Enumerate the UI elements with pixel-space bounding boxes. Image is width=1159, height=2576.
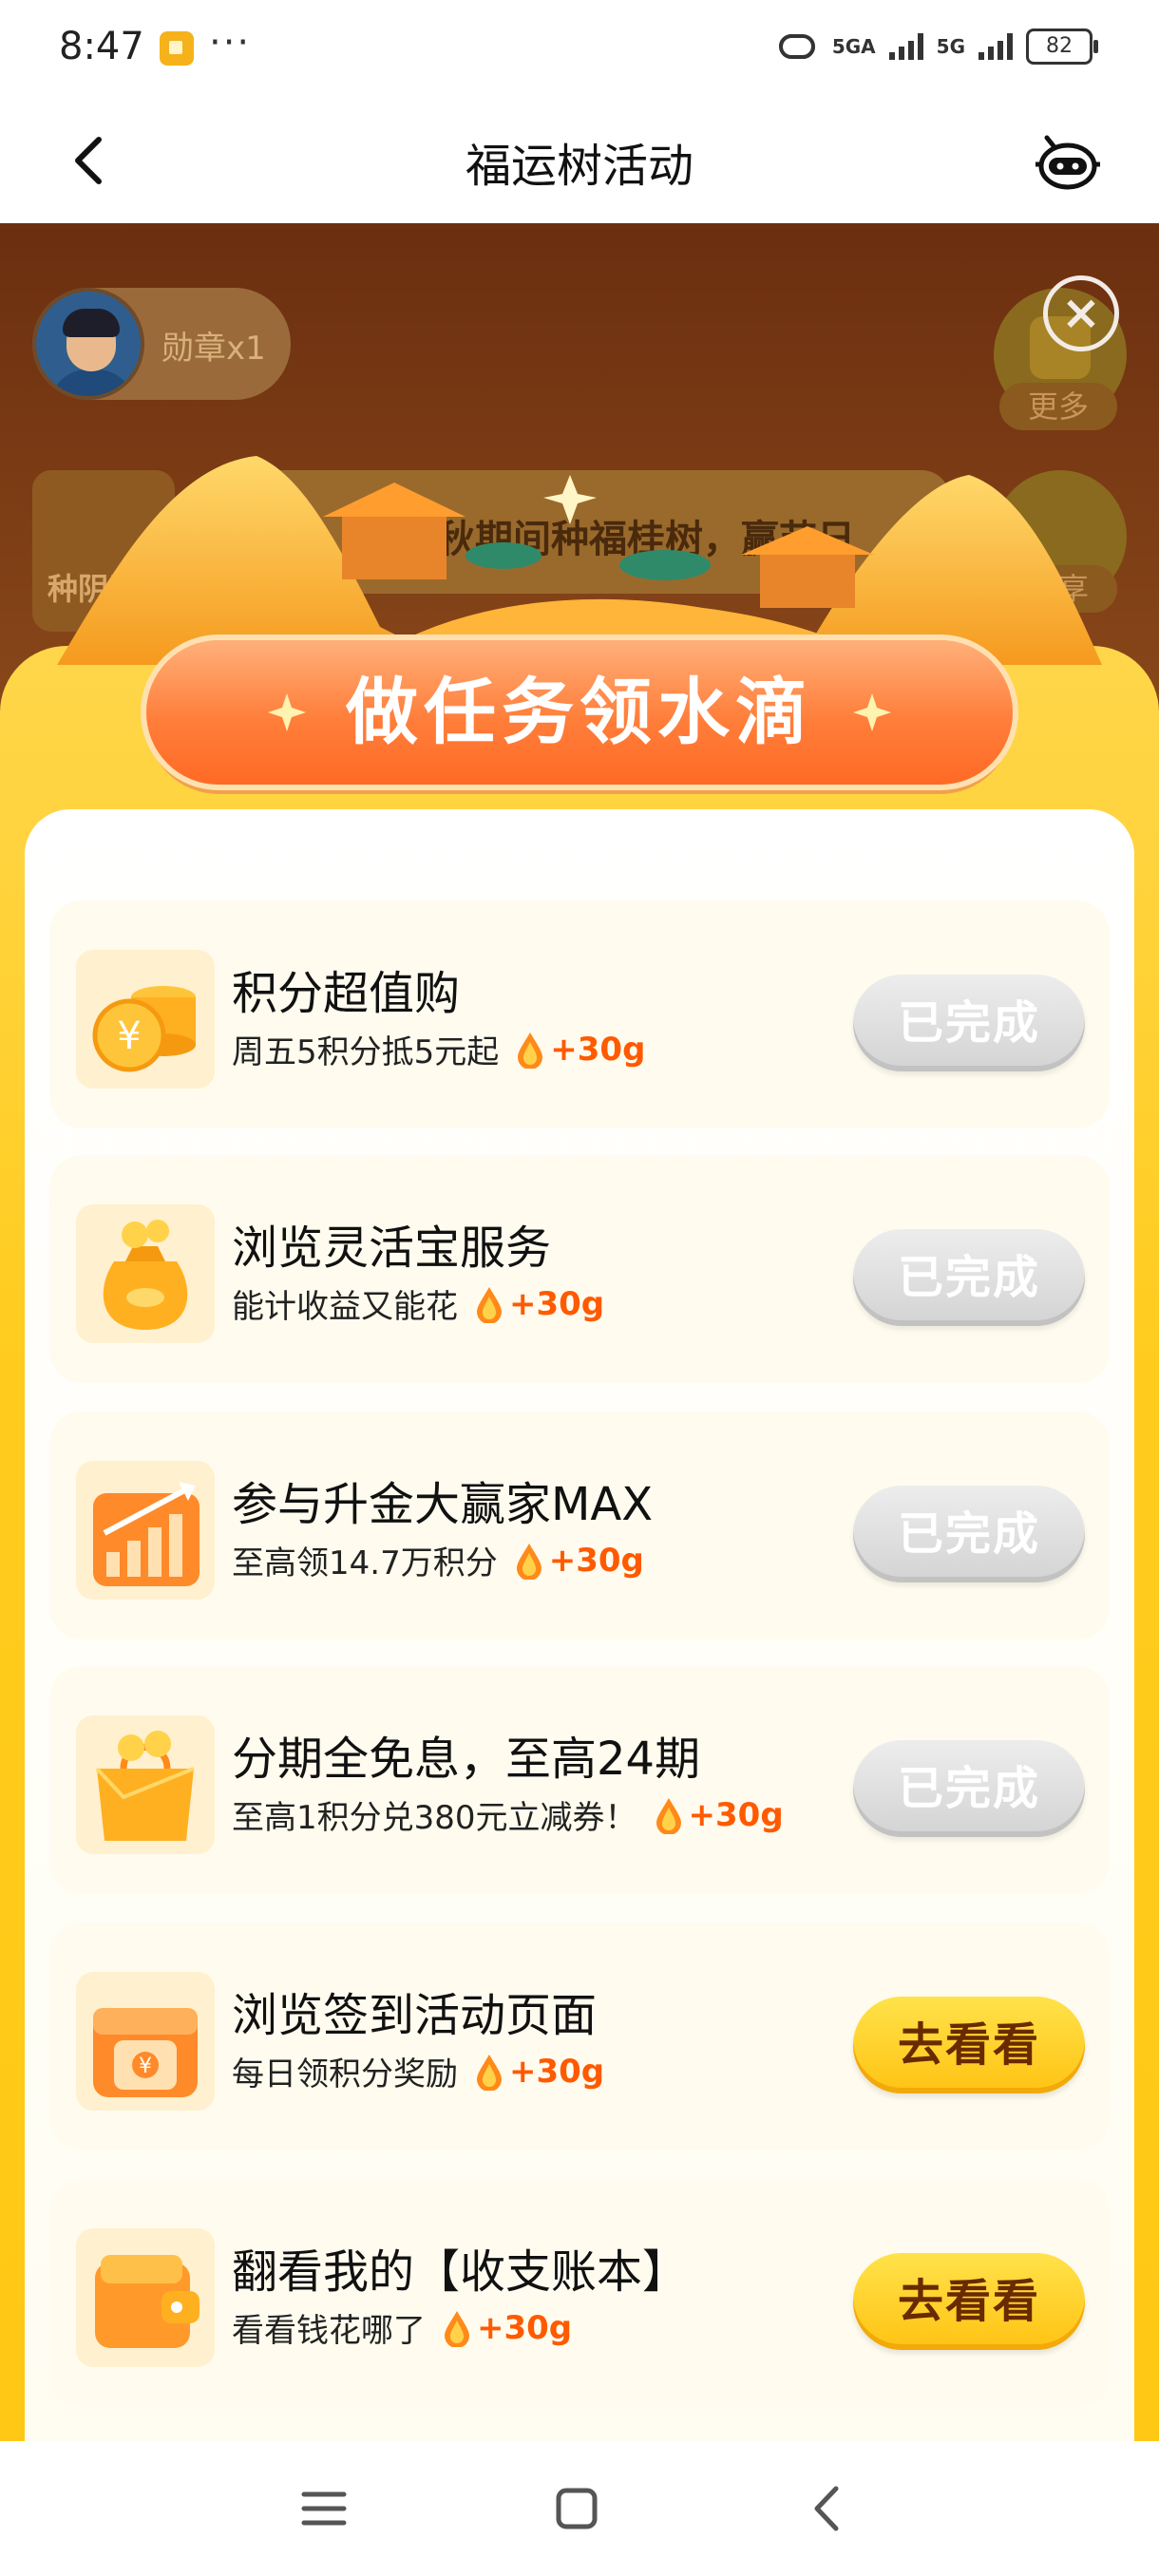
water-drop-icon: [477, 1286, 502, 1323]
task-reward: +30g: [548, 1541, 644, 1580]
avatar[interactable]: [32, 288, 144, 400]
task-subtitle: 至高领14.7万积分: [232, 1544, 498, 1582]
user-medal-pill[interactable]: 勋章x1: [32, 288, 291, 400]
notification-more-dots: ···: [209, 21, 252, 65]
task-completed-button[interactable]: 已完成: [853, 1486, 1085, 1582]
task-card: 浏览灵活宝服务 能计收益又能花 +30g 已完成: [49, 1155, 1110, 1383]
task-subtitle: 每日领积分奖励: [232, 2055, 458, 2093]
task-subtitle: 至高1积分兑380元立减券！: [232, 1799, 637, 1837]
network-type-1: 5GA: [831, 35, 876, 58]
task-card: ¥ 浏览签到活动页面 每日领积分奖励 +30g 去看看: [49, 1923, 1110, 2150]
page-title: 福运树活动: [465, 140, 694, 193]
go-view-button[interactable]: 去看看: [853, 2253, 1085, 2350]
task-completed-button[interactable]: 已完成: [853, 1740, 1085, 1837]
task-subtitle-row: 每日领积分奖励 +30g: [232, 2048, 604, 2094]
task-subtitle-row: 看看钱花哪了 +30g: [232, 2304, 572, 2351]
notification-app-icon: [160, 31, 194, 66]
task-title: 浏览灵活宝服务: [232, 1222, 552, 1275]
task-subtitle: 看看钱花哪了: [232, 2312, 426, 2350]
task-completed-button[interactable]: 已完成: [853, 1229, 1085, 1326]
task-completed-button[interactable]: 已完成: [853, 975, 1085, 1071]
status-bar: 8:47 ··· 5GA 5G 82: [0, 0, 1159, 100]
svg-text:¥: ¥: [139, 2055, 152, 2078]
water-drop-icon: [516, 1543, 542, 1580]
water-drop-icon: [518, 1032, 543, 1069]
close-icon[interactable]: ×: [1043, 275, 1119, 351]
signal-icon-2: [978, 33, 1013, 60]
water-drop-icon: [656, 1797, 681, 1834]
task-reward: +30g: [509, 2052, 605, 2091]
sparkle-icon: [268, 693, 306, 731]
task-card: 分期全免息，至高24期 至高1积分兑380元立减券！ +30g 已完成: [49, 1666, 1110, 1894]
growth-chart-icon: [76, 1461, 215, 1600]
task-subtitle-row: 至高1积分兑380元立减券！ +30g: [232, 1791, 784, 1838]
task-subtitle: 周五5积分抵5元起: [232, 1033, 500, 1071]
top-nav-bar: 福运树活动: [0, 100, 1159, 223]
task-title: 参与升金大赢家MAX: [232, 1478, 654, 1531]
store-icon: ¥: [76, 1972, 215, 2111]
task-reward: +30g: [688, 1795, 784, 1834]
task-title: 分期全免息，至高24期: [232, 1733, 701, 1786]
task-reward: +30g: [550, 1030, 646, 1069]
task-card: ¥ 积分超值购 周五5积分抵5元起 +30g 已完成: [49, 900, 1110, 1128]
task-subtitle-row: 周五5积分抵5元起 +30g: [232, 1026, 645, 1072]
battery-icon: 82: [1026, 28, 1098, 65]
task-card: 参与升金大赢家MAX 至高领14.7万积分 +30g 已完成: [49, 1411, 1110, 1639]
svg-text:¥: ¥: [117, 1014, 141, 1058]
money-bag-icon: [76, 1204, 215, 1343]
task-subtitle-row: 至高领14.7万积分 +30g: [232, 1537, 644, 1583]
task-title: 翻看我的【收支账本】: [232, 2245, 689, 2299]
more-label: 更多: [999, 383, 1117, 430]
water-drop-icon: [445, 2310, 469, 2347]
menu-icon[interactable]: [291, 2475, 357, 2542]
water-drop-icon: [477, 2054, 502, 2091]
back-icon[interactable]: [796, 2475, 863, 2542]
status-indicators: 5GA 5G 82: [775, 28, 1098, 65]
go-view-button[interactable]: 去看看: [853, 1997, 1085, 2093]
task-title: 积分超值购: [232, 967, 461, 1020]
network-type-2: 5G: [936, 35, 965, 58]
task-reward: +30g: [509, 1284, 605, 1323]
sparkle-icon: [853, 693, 891, 731]
signal-icon-1: [888, 33, 923, 60]
task-subtitle-row: 能计收益又能花 +30g: [232, 1280, 604, 1327]
home-icon[interactable]: [543, 2475, 610, 2542]
shopping-bag-icon: [76, 1715, 215, 1854]
task-subtitle: 能计收益又能花: [232, 1288, 458, 1326]
medal-count: 勋章x1: [162, 330, 266, 368]
wallet-icon: [76, 2228, 215, 2367]
task-title: 浏览签到活动页面: [232, 1989, 598, 2042]
robot-assistant-icon[interactable]: [1034, 128, 1102, 197]
status-time: 8:47: [59, 25, 144, 68]
link-icon: [778, 34, 815, 59]
system-nav-bar: [0, 2441, 1159, 2576]
coins-icon: ¥: [76, 950, 215, 1089]
task-card: 翻看我的【收支账本】 看看钱花哪了 +30g 去看看: [49, 2179, 1110, 2407]
task-reward: +30g: [477, 2308, 573, 2347]
